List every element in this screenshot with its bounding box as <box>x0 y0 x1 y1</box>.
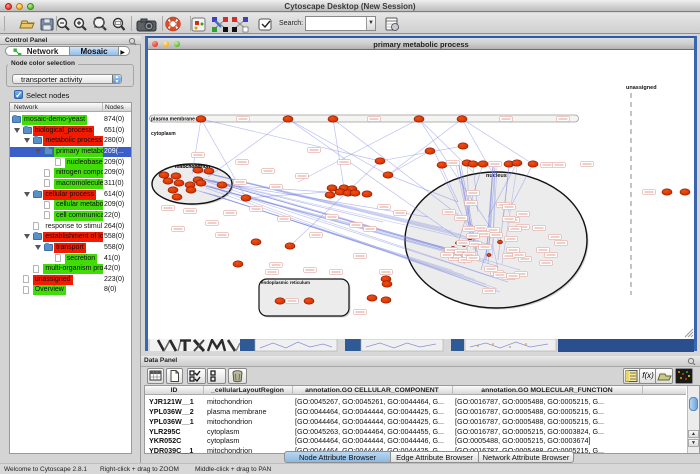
svg-text:cytoplasm: cytoplasm <box>151 131 176 137</box>
svg-text:unassigned: unassigned <box>626 85 657 91</box>
svg-text:mitochondrion: mitochondrion <box>175 164 210 170</box>
svg-text:endoplasmic reticulum: endoplasmic reticulum <box>261 280 310 285</box>
svg-text:plasma membrane: plasma membrane <box>151 117 195 123</box>
